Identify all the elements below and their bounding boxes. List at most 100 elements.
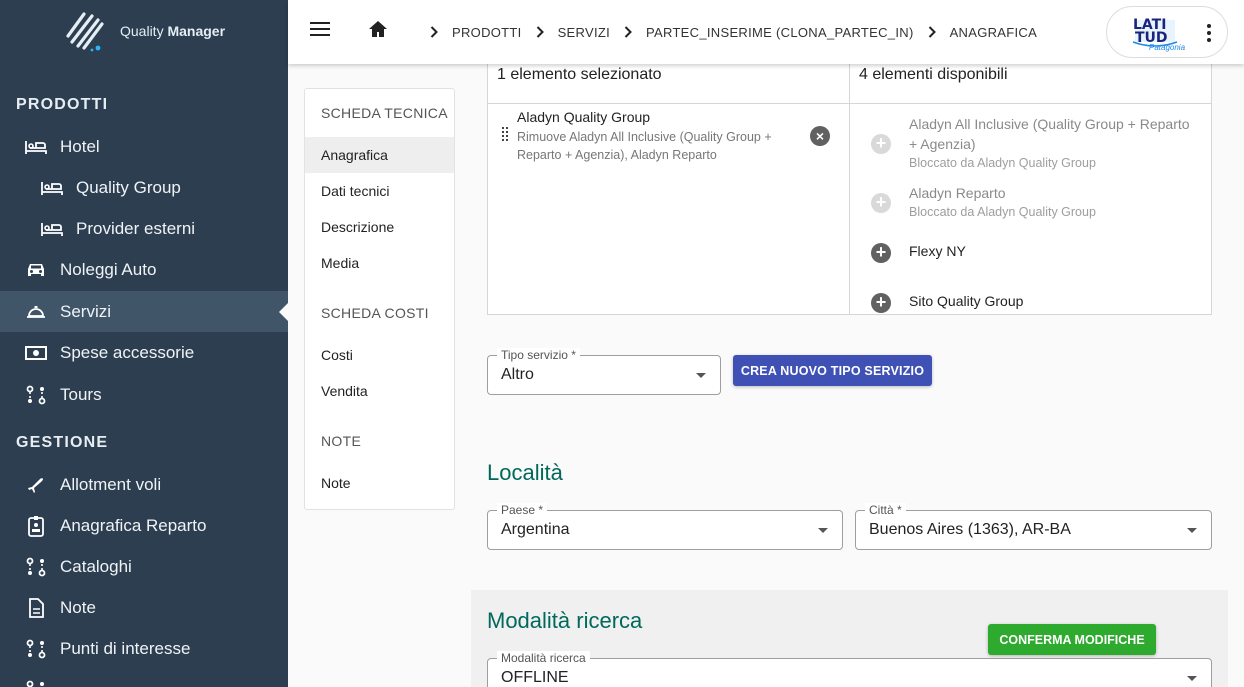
sidebar-item-provider-esterni[interactable]: Provider esterni (0, 208, 288, 249)
section-nav-anagrafica[interactable]: Anagrafica (305, 137, 454, 173)
section-nav-costi[interactable]: Costi (305, 337, 454, 373)
field-label: Tipo servizio * (497, 348, 580, 362)
field-label: Modalità ricerca (497, 651, 590, 665)
selected-list: 1 elemento selezionato Aladyn Quality Gr… (488, 64, 850, 314)
car-icon (24, 258, 48, 282)
app-logo[interactable]: Quality Manager (64, 8, 244, 54)
sidebar-item-label: Servizi (60, 301, 112, 321)
sidebar-item-anagrafica-reparto[interactable]: Anagrafica Reparto (0, 505, 288, 546)
money-icon (24, 341, 48, 365)
sidebar-item-label: Anagrafica Reparto (60, 515, 207, 535)
bed-icon (24, 135, 48, 159)
dropdown-arrow-icon (696, 373, 706, 378)
top-app-bar: PRODOTTI SERVIZI PARTEC_INSERIME (CLONA_… (288, 0, 1244, 64)
section-nav-dati-tecnici[interactable]: Dati tecnici (305, 173, 454, 209)
create-service-type-button[interactable]: CREA NUOVO TIPO SERVIZIO (733, 355, 932, 386)
sidebar-item-cataloghi[interactable]: Cataloghi (0, 546, 288, 587)
badge-icon (24, 514, 48, 538)
field-label: Paese * (497, 503, 548, 517)
sidebar-item-label: Hotel (60, 136, 100, 156)
active-indicator (279, 303, 288, 321)
localita-heading: Località (487, 460, 563, 485)
section-nav-media[interactable]: Media (305, 245, 454, 281)
sidebar-item-note[interactable]: Note (0, 587, 288, 628)
sidebar-item-allotment-voli[interactable]: Allotment voli (0, 464, 288, 505)
sidebar-item-spese-accessorie[interactable]: Spese accessorie (0, 332, 288, 373)
route-icon (24, 637, 48, 661)
dropdown-arrow-icon (1187, 528, 1197, 533)
divider (850, 103, 1212, 104)
bed-icon (40, 217, 64, 241)
section-nav-vendita[interactable]: Vendita (305, 373, 454, 409)
chevron-right-icon (430, 26, 438, 38)
add-item-icon: + (871, 134, 891, 154)
sidebar-item-quality-group[interactable]: Quality Group (0, 167, 288, 208)
breadcrumb-servizi[interactable]: SERVIZI (558, 25, 610, 40)
field-value: Buenos Aires (1363), AR-BA (869, 521, 1071, 538)
sidebar-item-label: Note (60, 597, 96, 617)
home-icon[interactable] (368, 20, 388, 43)
more-vert-icon[interactable] (1207, 24, 1211, 45)
available-list: 4 elementi disponibili + Aladyn All Incl… (850, 64, 1212, 314)
sidebar-item-label: Cataloghi (60, 556, 132, 576)
document-icon (24, 596, 48, 620)
breadcrumb-anagrafica: ANAGRAFICA (949, 24, 1038, 40)
sidebar-item-punti-di-interesse[interactable]: Punti di interesse (0, 628, 288, 669)
sidebar-item-hotel[interactable]: Hotel (0, 126, 288, 167)
chevron-right-icon (928, 26, 936, 38)
route-icon (24, 383, 48, 407)
route-icon (24, 555, 48, 579)
sidebar-item-tours[interactable]: Tours (0, 374, 288, 415)
breadcrumb: PRODOTTI SERVIZI PARTEC_INSERIME (CLONA_… (416, 0, 1037, 64)
room-service-icon (24, 300, 48, 324)
section-nav-heading: NOTE (321, 433, 362, 449)
available-item-title: Flexy NY (909, 243, 966, 259)
selected-item-subtitle: Rimuove Aladyn All Inclusive (Quality Gr… (517, 130, 772, 162)
modalita-heading: Modalità ricerca (487, 608, 643, 633)
sidebar-item-label: Noleggi Auto (60, 259, 157, 279)
menu-icon[interactable] (310, 22, 330, 38)
field-value: Argentina (501, 521, 570, 538)
citta-select[interactable]: Città * Buenos Aires (1363), AR-BA (855, 503, 1212, 550)
bed-icon (40, 176, 64, 200)
section-nav-descrizione[interactable]: Descrizione (305, 209, 454, 245)
logo-mark-icon (64, 10, 106, 52)
add-item-button[interactable]: + (871, 243, 891, 263)
sidebar-item-label: Allotment voli (60, 474, 162, 494)
sidebar-item-label: Provider esterni (76, 218, 196, 238)
partner-logo: LATI TUD Patagonia (1132, 17, 1186, 52)
field-label: Città * (865, 503, 906, 517)
drag-handle-icon[interactable] (506, 127, 514, 143)
route-icon (24, 678, 48, 687)
remove-item-button[interactable]: × (810, 126, 830, 146)
dropdown-arrow-icon (1187, 676, 1197, 681)
paese-select[interactable]: Paese * Argentina (487, 503, 843, 550)
sidebar: Quality Manager PRODOTTI Hotel Quality G… (0, 0, 288, 687)
add-item-button[interactable]: + (871, 293, 891, 313)
account-menu[interactable]: LATI TUD Patagonia (1106, 6, 1228, 58)
sidebar-item-label: Tours (60, 384, 102, 404)
available-count: 4 elementi disponibili (859, 66, 1008, 83)
sidebar-section-gestione: GESTIONE (16, 434, 109, 451)
sidebar-item-servizi[interactable]: Servizi (0, 291, 288, 332)
dropdown-arrow-icon (818, 528, 828, 533)
selected-count: 1 elemento selezionato (497, 66, 662, 83)
modalita-ricerca-select[interactable]: Modalità ricerca OFFLINE (487, 651, 1212, 687)
section-nav: SCHEDA TECNICA Anagrafica Dati tecnici D… (304, 88, 455, 510)
available-item-subtitle: Bloccato da Aladyn Quality Group (909, 205, 1096, 219)
field-value: Altro (501, 366, 534, 383)
tipo-servizio-select[interactable]: Tipo servizio * Altro (487, 348, 721, 395)
chevron-right-icon (624, 26, 632, 38)
confirm-changes-button[interactable]: CONFERMA MODIFICHE (988, 624, 1156, 655)
breadcrumb-servizio[interactable]: PARTEC_INSERIME (CLONA_PARTEC_IN) (646, 25, 914, 40)
breadcrumb-prodotti[interactable]: PRODOTTI (452, 25, 522, 40)
selected-item-title: Aladyn Quality Group (517, 109, 651, 125)
sidebar-item-label: Punti di interesse (60, 638, 191, 658)
sidebar-item-cutoff[interactable] (0, 669, 288, 687)
field-value: OFFLINE (501, 669, 569, 686)
chevron-right-icon (536, 26, 544, 38)
section-nav-heading: SCHEDA TECNICA (321, 105, 448, 121)
section-nav-note[interactable]: Note (305, 465, 454, 501)
available-item-subtitle: Bloccato da Aladyn Quality Group (909, 156, 1096, 170)
sidebar-item-noleggi-auto[interactable]: Noleggi Auto (0, 249, 288, 290)
